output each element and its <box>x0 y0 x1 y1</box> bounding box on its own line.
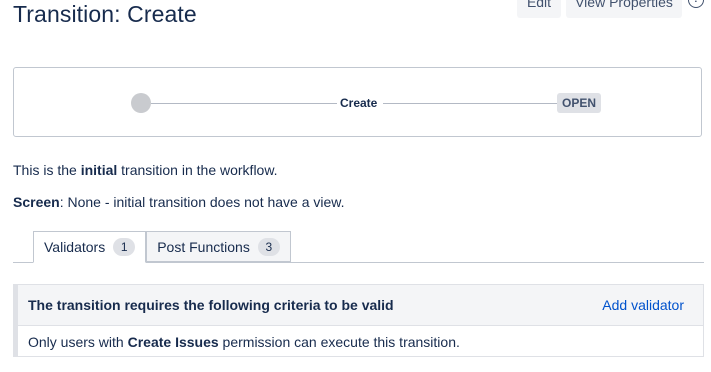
permission-name: Create Issues <box>127 334 219 350</box>
count-badge: 3 <box>257 237 280 256</box>
help-icon[interactable]: ? <box>688 0 704 8</box>
count-badge: 1 <box>113 238 136 256</box>
panel-header: The transition requires the following cr… <box>14 285 703 326</box>
description-suffix: transition in the workflow. <box>117 162 278 178</box>
screen-label: Screen <box>13 194 60 210</box>
page-title: Transition: Create <box>13 1 197 27</box>
tab-validators[interactable]: Validators 1 <box>33 231 147 263</box>
transition-line <box>383 103 559 104</box>
transition-label[interactable]: Create <box>340 96 377 110</box>
description-emphasis: initial <box>80 162 118 178</box>
description-prefix: This is the <box>13 162 81 178</box>
status-lozenge[interactable]: OPEN <box>557 93 602 113</box>
panel-heading: The transition requires the following cr… <box>28 297 394 313</box>
screen-info: Screen: None - initial transition does n… <box>13 194 345 210</box>
transition-line <box>151 103 337 104</box>
rule-suffix: permission can execute this transition. <box>218 334 460 350</box>
transition-description: This is the initial transition in the wo… <box>13 162 278 178</box>
panel-accent <box>14 285 18 356</box>
start-node <box>131 93 151 113</box>
validators-panel: The transition requires the following cr… <box>13 284 704 357</box>
rule-prefix: Only users with <box>28 334 128 350</box>
tab-label: Validators <box>44 239 106 255</box>
tab-label: Post Functions <box>157 238 250 255</box>
tab-post-functions[interactable]: Post Functions 3 <box>146 231 291 262</box>
transition-tabs: Validators 1 Post Functions 3 <box>33 231 291 263</box>
validator-rule: Only users with Create Issues permission… <box>28 334 460 350</box>
add-validator-link[interactable]: Add validator <box>602 297 684 313</box>
header-actions: Edit View Properties <box>517 0 682 18</box>
workflow-diagram: Create OPEN <box>13 67 702 137</box>
screen-value: : None - initial transition does not hav… <box>59 194 345 210</box>
edit-button[interactable]: Edit <box>517 0 561 18</box>
view-properties-button[interactable]: View Properties <box>566 0 682 18</box>
